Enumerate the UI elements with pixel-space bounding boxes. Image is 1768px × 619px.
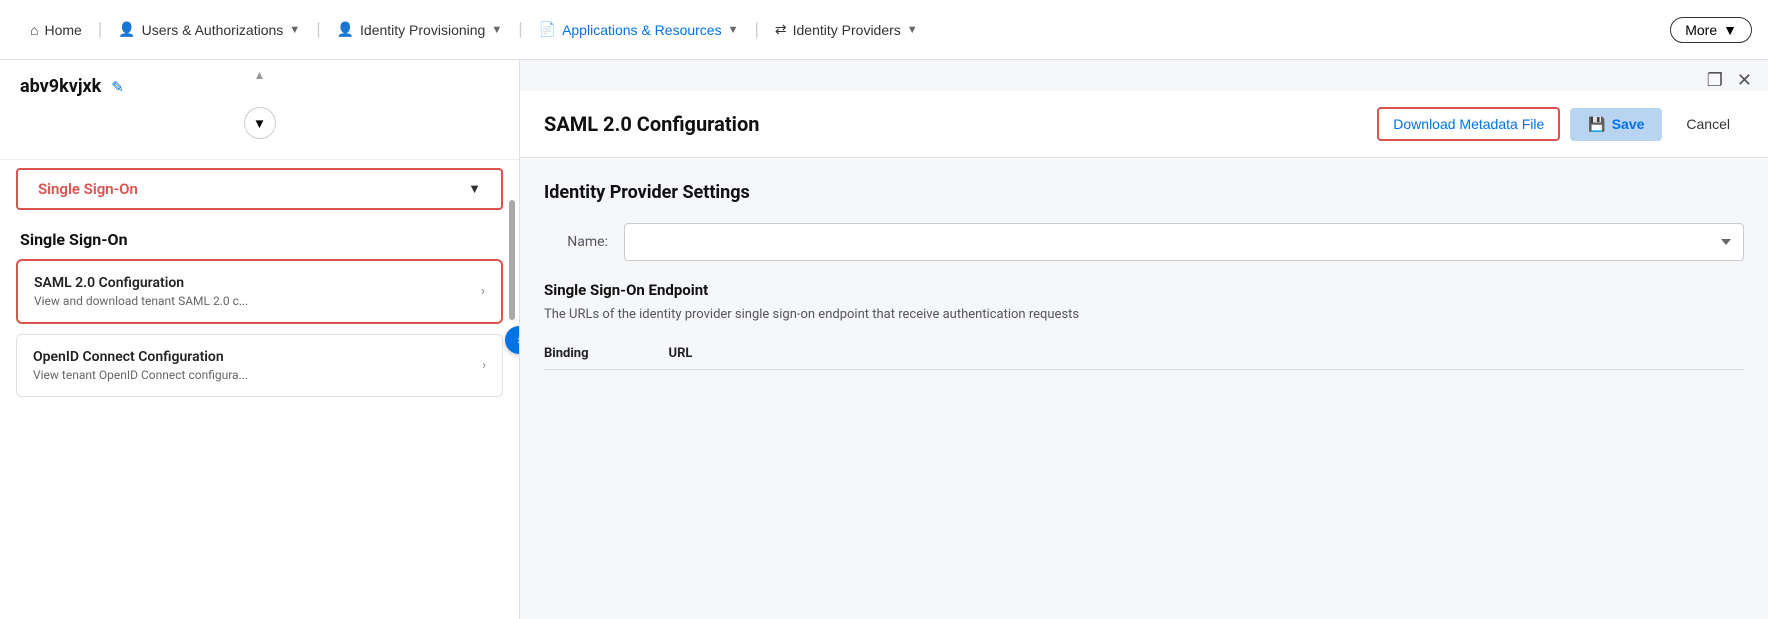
name-select[interactable] [624, 223, 1744, 261]
nav-divider-3: | [516, 19, 524, 40]
apps-chevron-icon: ▼ [728, 24, 739, 36]
sidebar: ▲ abv9kvjxk ✎ ▼ Single Sign-On ▼ Single … [0, 60, 520, 619]
close-icon-button[interactable]: ✕ [1737, 70, 1752, 91]
openid-item-title: OpenID Connect Configuration [33, 349, 482, 365]
openid-config-item[interactable]: OpenID Connect Configuration View tenant… [16, 334, 503, 397]
home-icon: ⌂ [30, 22, 38, 38]
users-icon: 👤 [118, 21, 135, 38]
main-container: ▲ abv9kvjxk ✎ ▼ Single Sign-On ▼ Single … [0, 60, 1768, 619]
nav-divider-2: | [314, 19, 322, 40]
nav-home-label: Home [44, 22, 81, 38]
users-chevron-icon: ▼ [289, 24, 300, 36]
section-heading: Single Sign-On [0, 222, 519, 259]
nav-users-label: Users & Authorizations [142, 22, 284, 38]
scrollbar-thumb[interactable] [509, 200, 515, 320]
section-header-label: Single Sign-On [38, 180, 138, 198]
provisioning-icon: 👤 [337, 21, 354, 38]
cancel-button[interactable]: Cancel [1672, 108, 1744, 140]
single-signon-section-header[interactable]: Single Sign-On ▼ [16, 168, 503, 210]
navbar: ⌂ Home | 👤 Users & Authorizations ▼ | 👤 … [0, 0, 1768, 60]
nav-apps[interactable]: 📄 Applications & Resources ▼ [525, 0, 753, 59]
sso-endpoint-heading: Single Sign-On Endpoint [544, 281, 1744, 299]
saml-item-arrow: › [481, 284, 485, 299]
openid-item-desc: View tenant OpenID Connect configura... [33, 368, 482, 382]
binding-col-header: Binding [544, 346, 589, 361]
openid-item-text: OpenID Connect Configuration View tenant… [33, 349, 482, 382]
more-chevron-icon: ▼ [1723, 22, 1737, 38]
close-icon: ✕ [1737, 70, 1752, 91]
right-panel: ❐ ✕ SAML 2.0 Configuration Download Meta… [520, 60, 1768, 619]
idp-icon: ⇄ [775, 21, 787, 38]
panel-title: SAML 2.0 Configuration [544, 112, 759, 136]
nav-divider-4: | [752, 19, 760, 40]
nav-divider-1: | [96, 19, 104, 40]
idp-chevron-icon: ▼ [907, 24, 918, 36]
scrollbar-track [509, 180, 515, 619]
scroll-up-arrow: ▲ [0, 68, 519, 82]
openid-item-arrow: › [482, 358, 486, 373]
chevron-down-icon: ▼ [253, 116, 266, 131]
nav-home[interactable]: ⌂ Home [16, 0, 96, 59]
table-header: Binding URL [544, 338, 1744, 370]
nav-provisioning[interactable]: 👤 Identity Provisioning ▼ [323, 0, 517, 59]
panel-body: Identity Provider Settings Name: Single … [520, 158, 1768, 394]
nav-more-button[interactable]: More ▼ [1670, 17, 1752, 43]
expand-icon: ❐ [1707, 70, 1723, 91]
saml-item-desc: View and download tenant SAML 2.0 c... [34, 294, 481, 308]
saml-item-title: SAML 2.0 Configuration [34, 275, 481, 291]
nav-more-label: More [1685, 22, 1717, 38]
expand-icon-button[interactable]: ❐ [1707, 70, 1723, 91]
collapse-button[interactable]: ▼ [244, 107, 276, 139]
nav-idp[interactable]: ⇄ Identity Providers ▼ [761, 0, 932, 59]
apps-icon: 📄 [539, 21, 556, 38]
panel-actions: Download Metadata File 💾 Save Cancel [1377, 107, 1744, 141]
panel-top-actions: ❐ ✕ [520, 60, 1768, 91]
save-icon: 💾 [1588, 116, 1605, 133]
download-label: Download Metadata File [1393, 116, 1544, 132]
nav-provisioning-label: Identity Provisioning [360, 22, 485, 38]
save-label: Save [1612, 116, 1645, 132]
nav-apps-label: Applications & Resources [562, 22, 722, 38]
settings-heading: Identity Provider Settings [544, 182, 1744, 203]
provisioning-chevron-icon: ▼ [491, 24, 502, 36]
nav-idp-label: Identity Providers [793, 22, 901, 38]
name-form-row: Name: [544, 223, 1744, 261]
nav-users[interactable]: 👤 Users & Authorizations ▼ [104, 0, 314, 59]
save-button[interactable]: 💾 Save [1570, 108, 1662, 141]
panel-header: SAML 2.0 Configuration Download Metadata… [520, 91, 1768, 158]
url-col-header: URL [669, 346, 693, 361]
section-header-chevron: ▼ [468, 181, 481, 197]
download-metadata-button[interactable]: Download Metadata File [1377, 107, 1560, 141]
name-label: Name: [544, 234, 624, 250]
sso-endpoint-desc: The URLs of the identity provider single… [544, 307, 1744, 322]
cancel-label: Cancel [1686, 116, 1730, 132]
saml-item-text: SAML 2.0 Configuration View and download… [34, 275, 481, 308]
saml-config-item[interactable]: SAML 2.0 Configuration View and download… [16, 259, 503, 324]
